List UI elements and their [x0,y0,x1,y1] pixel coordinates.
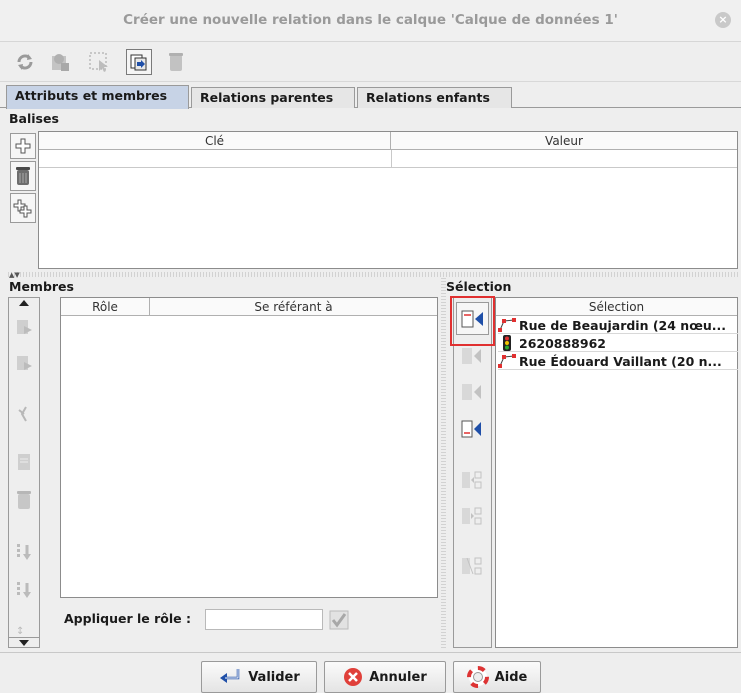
set-selection-icon[interactable] [459,552,485,580]
add-selected-after-icon[interactable] [459,378,485,406]
remove-member-icon[interactable] [11,486,37,514]
members-column-refers-to[interactable]: Se référant à [150,298,437,316]
delete-tag-icon[interactable] [10,161,36,191]
selection-item-label: Rue de Beaujardin (24 nœu... [519,317,727,333]
cancel-icon [344,668,363,686]
cancel-button[interactable]: Annuler [324,661,446,693]
help-button-label: Aide [494,669,528,685]
horizontal-splitter[interactable] [8,272,738,277]
add-selected-before-icon[interactable] [459,342,485,370]
edit-member-icon[interactable] [11,448,37,476]
selection-item-label: Rue Édouard Vaillant (20 n... [519,353,722,369]
reverse-icon[interactable] [11,400,37,428]
vertical-splitter[interactable] [441,278,446,648]
tags-column-value[interactable]: Valeur [391,132,737,150]
members-column-role[interactable]: Rôle [61,298,150,316]
tab-parent-relations[interactable]: Relations parentes [191,87,355,108]
cancel-button-label: Annuler [369,669,427,685]
tags-table[interactable]: Clé Valeur [38,131,738,269]
help-lifebuoy-icon [466,666,489,688]
svg-text:↕: ↕ [16,626,24,637]
list-item[interactable]: Rue de Beaujardin (24 nœu... [498,317,738,334]
tab-child-relations[interactable]: Relations enfants [357,87,512,108]
selection-section-label: Sélection [446,279,512,294]
tags-section-label: Balises [9,111,59,126]
tags-row[interactable] [39,150,737,168]
toolbar [0,42,741,82]
paste-tags-icon[interactable] [10,193,36,223]
move-up-icon[interactable] [11,314,37,342]
add-selected-at-start-button[interactable] [456,302,489,335]
delete-icon[interactable] [163,49,189,75]
tab-attributes-members[interactable]: Attributs et membres [6,85,189,109]
download-members-icon[interactable] [47,49,73,75]
title-bar: Créer une nouvelle relation dans le calq… [0,0,741,42]
apply-role-check-icon[interactable] [328,609,350,631]
tags-column-key[interactable]: Clé [39,132,391,150]
role-input[interactable] [205,609,323,630]
selection-item-label: 2620888962 [519,335,606,351]
ok-button[interactable]: Valider [201,661,317,693]
select-in-layer-icon[interactable] [86,49,112,75]
help-button[interactable]: Aide [453,661,541,693]
way-icon [498,354,516,368]
select-members-icon[interactable] [459,502,485,530]
list-item[interactable]: Rue Édouard Vaillant (20 n... [498,353,738,370]
add-selected-at-end-icon[interactable] [459,414,485,444]
tab-bar: Attributs et membres Relations parentes … [0,84,741,109]
scroll-up-icon[interactable] [9,298,39,308]
refresh-icon[interactable] [12,49,38,75]
members-table[interactable]: Rôle Se référant à [60,297,438,598]
move-down-icon[interactable] [11,350,37,378]
apply-icon[interactable] [126,49,152,75]
ok-arrow-icon [220,669,240,683]
selection-table[interactable]: Sélection Rue de Beaujardin (24 nœu... 2… [495,297,738,648]
ok-button-label: Valider [248,669,300,685]
window-title: Créer une nouvelle relation dans le calq… [123,12,618,28]
splitter-arrows-icon[interactable]: ▲▼ [9,271,20,279]
apply-role-label: Appliquer le rôle : [64,611,191,626]
traffic-signal-icon [503,335,511,351]
remove-selected-icon[interactable] [459,466,485,494]
list-item[interactable]: 2620888962 [498,335,738,352]
add-tag-icon[interactable] [10,133,36,159]
members-section-label: Membres [9,279,74,294]
sort-members-icon[interactable] [11,576,37,604]
close-icon[interactable]: × [715,12,731,28]
sort-alpha-icon[interactable]: ↕ [11,620,37,640]
sort-down-icon[interactable] [11,538,37,566]
selection-column-header[interactable]: Sélection [496,298,737,316]
way-icon [498,318,516,332]
